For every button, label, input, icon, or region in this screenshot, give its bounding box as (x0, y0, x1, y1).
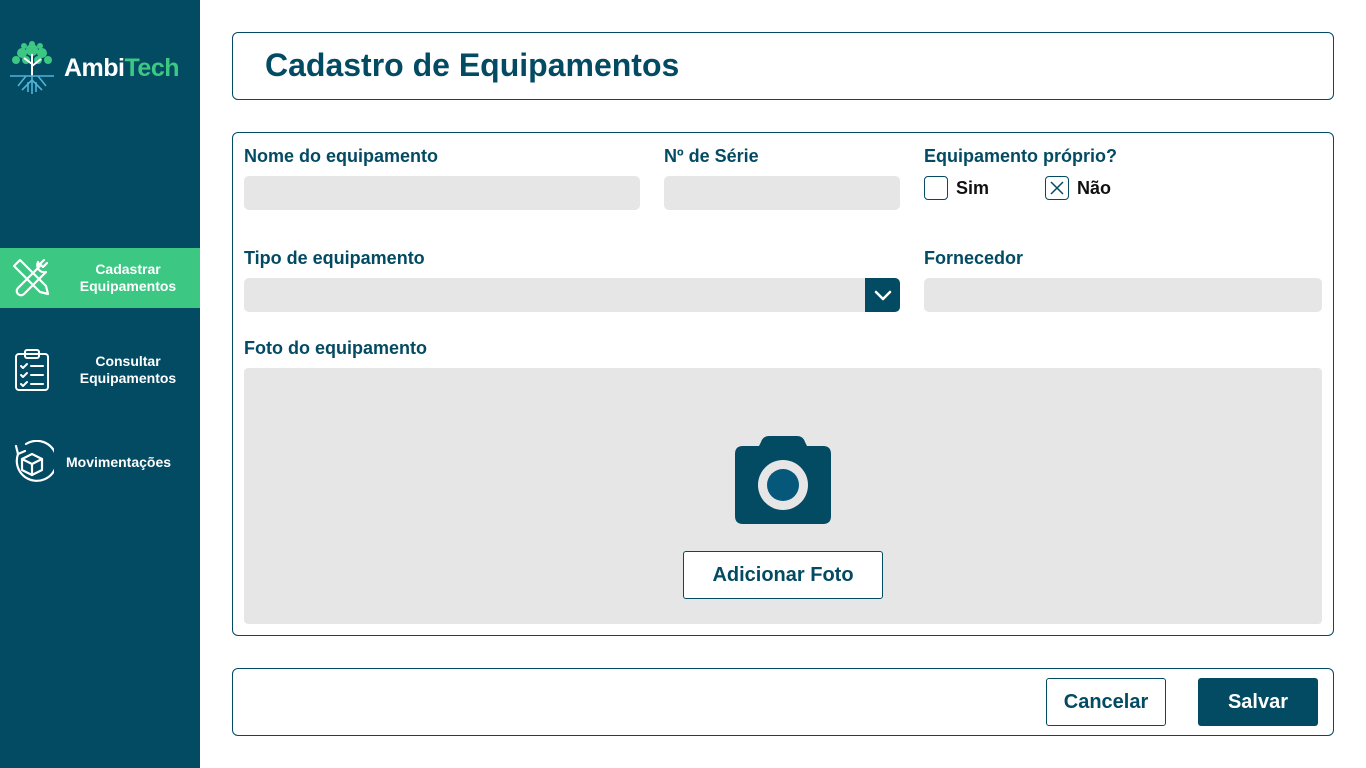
equipment-type-select[interactable] (244, 278, 900, 312)
tree-logo-icon (10, 41, 54, 94)
equipment-type-dropdown-button[interactable] (865, 278, 900, 312)
equipment-name-label: Nome do equipamento (244, 146, 439, 166)
sidebar-item-label: Consultar Equipamentos (79, 353, 177, 386)
equipment-type-label: Tipo de equipamento (244, 248, 425, 268)
page-title: Cadastro de Equipamentos (265, 47, 680, 83)
tools-icon (12, 258, 50, 297)
serial-number-input[interactable] (664, 176, 900, 210)
supplier-input[interactable] (924, 278, 1322, 312)
sidebar-item-label: Movimentações (66, 453, 172, 470)
logo: AmbiTech (8, 38, 179, 98)
camera-icon (735, 436, 831, 524)
own-equipment-no-label: Não (1077, 178, 1112, 198)
serial-number-label: Nº de Série (664, 146, 759, 166)
close-icon (1050, 181, 1064, 195)
cancel-button[interactable]: Cancelar (1046, 678, 1166, 726)
chevron-down-icon (874, 290, 891, 301)
supplier-label: Fornecedor (924, 248, 1024, 268)
sidebar-item-label: Cadastrar Equipamentos (79, 261, 177, 294)
sidebar-item-cadastrar[interactable]: Cadastrar Equipamentos (0, 248, 200, 308)
clipboard-checklist-icon (15, 349, 49, 391)
brand-name-part1: Ambi (64, 53, 125, 82)
brand-name-part2: Tech (124, 53, 180, 82)
sidebar-item-consultar[interactable]: Consultar Equipamentos (0, 340, 200, 400)
equipment-name-input[interactable] (244, 176, 640, 210)
own-equipment-label: Equipamento próprio? (924, 146, 1117, 166)
save-button[interactable]: Salvar (1198, 678, 1318, 726)
own-equipment-no-checkbox[interactable] (1045, 176, 1069, 200)
sidebar-item-movimentacoes[interactable]: Movimentações (0, 432, 200, 492)
photo-dropzone[interactable]: Adicionar Foto (244, 368, 1322, 624)
equipment-form: Nome do equipamento Nº de Série Equipame… (232, 132, 1334, 636)
form-actions: Cancelar Salvar (232, 668, 1334, 736)
page-header: Cadastro de Equipamentos (232, 32, 1334, 100)
brand-name: AmbiTech (64, 54, 179, 83)
box-rotate-icon (14, 440, 54, 482)
sidebar: AmbiTech Cadastrar Equipamentos Consulta… (0, 0, 200, 768)
own-equipment-yes-checkbox[interactable] (924, 176, 948, 200)
add-photo-button[interactable]: Adicionar Foto (683, 551, 883, 599)
photo-label: Foto do equipamento (244, 338, 427, 358)
own-equipment-yes-label: Sim (956, 178, 990, 198)
